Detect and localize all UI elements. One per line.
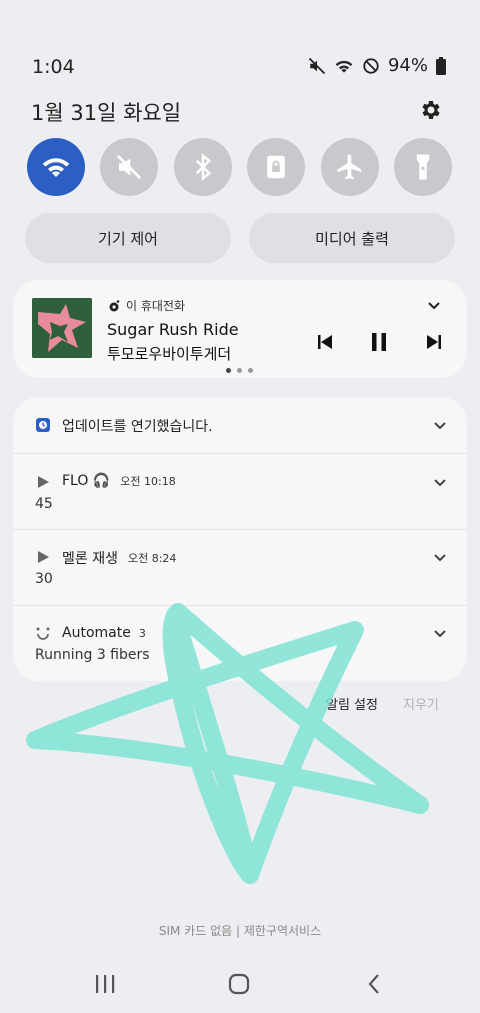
notification-title: 멜론 재생: [62, 551, 118, 567]
carrier-label: SIM 카드 없음 | 제한구역서비스: [158, 924, 322, 938]
bluetooth-icon: [195, 153, 212, 181]
notification-text: 45: [35, 496, 53, 512]
next-track-icon[interactable]: [426, 333, 442, 351]
wifi-icon: [42, 158, 70, 177]
flashlight-toggle[interactable]: [394, 138, 452, 196]
song-artist: 투모로우바이투게더: [107, 345, 232, 363]
rotation-lock-toggle[interactable]: [247, 138, 305, 196]
notification-item[interactable]: 업데이트를 연기했습니다.: [13, 397, 467, 453]
media-source-label: 이 휴대전화: [126, 299, 186, 313]
sound-toggle[interactable]: [100, 138, 158, 196]
media-page-indicator: [226, 368, 253, 373]
notification-settings-button[interactable]: 알림 설정: [326, 694, 378, 713]
back-button[interactable]: [354, 966, 394, 1002]
do-not-disturb-icon: [363, 57, 379, 74]
notification-title: FLO 🎧: [62, 473, 111, 489]
airplane-icon: [337, 154, 362, 180]
recent-apps-icon: [96, 975, 115, 993]
notification-time: 오전 8:24: [127, 552, 177, 565]
gear-icon[interactable]: [418, 98, 442, 122]
clear-all-button[interactable]: 지우기: [403, 694, 439, 713]
chevron-down-icon[interactable]: [433, 476, 447, 490]
notification-item[interactable]: FLO 🎧 오전 10:18 45: [13, 453, 467, 530]
play-icon: [38, 476, 49, 488]
media-source: 이 휴대전화: [108, 297, 185, 314]
battery-percent: 94%: [387, 55, 428, 76]
previous-track-icon[interactable]: [317, 333, 333, 351]
notification-title: Automate: [62, 625, 131, 641]
expand-media-icon[interactable]: [427, 299, 441, 313]
portrait-lock-icon: [267, 155, 285, 179]
recent-apps-button[interactable]: [85, 966, 125, 1002]
battery-icon: [436, 56, 446, 75]
home-button[interactable]: [219, 966, 259, 1002]
chevron-down-icon[interactable]: [433, 627, 447, 641]
wifi-toggle[interactable]: [27, 138, 85, 196]
bluetooth-toggle[interactable]: [174, 138, 232, 196]
pause-icon[interactable]: [371, 332, 387, 352]
song-title: Sugar Rush Ride: [107, 320, 239, 339]
chevron-down-icon[interactable]: [433, 551, 447, 565]
wifi-status-icon: [335, 60, 353, 73]
date-label: 1월 31일 화요일: [31, 101, 182, 125]
notification-item[interactable]: 멜론 재생 오전 8:24 30: [13, 529, 467, 606]
play-icon: [38, 551, 49, 563]
device-control-button[interactable]: 기기 제어: [25, 213, 231, 263]
airplane-toggle[interactable]: [321, 138, 379, 196]
chevron-down-icon[interactable]: [433, 419, 447, 433]
notification-title: 업데이트를 연기했습니다.: [62, 419, 213, 435]
mute-status-icon: [308, 57, 326, 74]
notification-list: 업데이트를 연기했습니다. FLO 🎧 오전 10:18 45 멜론 재생 오전 8…: [13, 397, 467, 681]
mute-icon: [116, 154, 142, 180]
software-update-icon: [36, 418, 50, 432]
media-output-button[interactable]: 미디어 출력: [249, 213, 455, 263]
phone-speaker-icon: [109, 299, 120, 311]
media-player-card[interactable]: 이 휴대전화 Sugar Rush Ride 투모로우바이투게더: [13, 280, 467, 378]
automate-icon: [36, 627, 50, 640]
status-time: 1:04: [32, 56, 75, 78]
home-icon: [228, 973, 250, 995]
notification-count: 3: [138, 626, 146, 640]
notification-item[interactable]: Automate 3 Running 3 fibers: [13, 605, 467, 681]
notification-text: Running 3 fibers: [35, 647, 150, 663]
notification-text: 30: [35, 571, 53, 587]
album-art: [32, 298, 92, 358]
status-icons: 94%: [308, 55, 446, 76]
notification-time: 오전 10:18: [120, 475, 176, 488]
back-icon: [368, 974, 379, 994]
flashlight-icon: [416, 154, 430, 180]
